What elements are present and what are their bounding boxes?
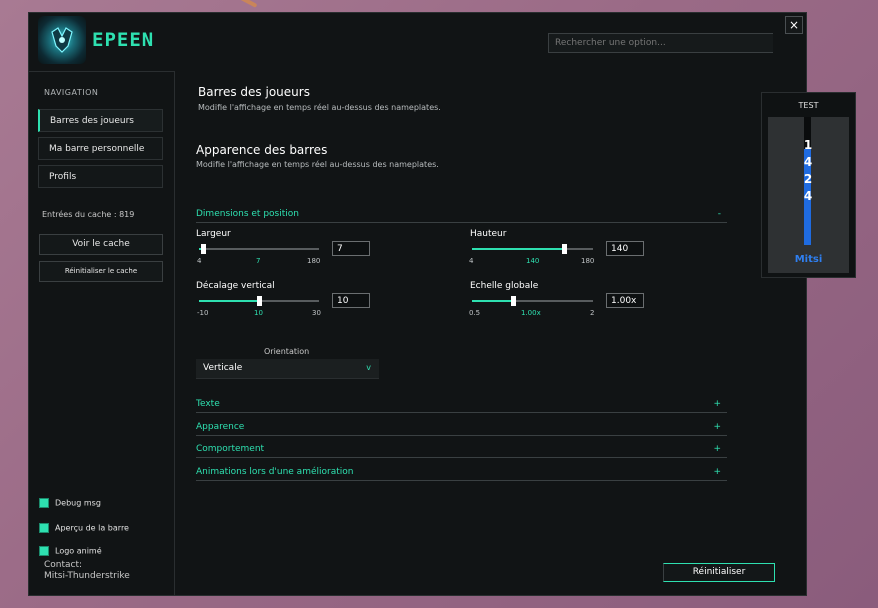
slider-thumb[interactable] (257, 296, 262, 306)
hauteur-input[interactable]: 140 (606, 241, 644, 256)
echelle-slider[interactable] (472, 296, 593, 306)
section-texte-header[interactable]: Texte + (196, 399, 727, 413)
nav-header: NAVIGATION (44, 88, 99, 97)
preview-title: TEST (798, 101, 819, 110)
reset-cache-button[interactable]: Réinitialiser le cache (39, 261, 163, 282)
cache-count: Entrées du cache : 819 (42, 210, 135, 219)
slider-fill (472, 300, 513, 302)
section-dimensions-title: Dimensions et position (196, 209, 299, 219)
bar-preview-panel: TEST 1 4 2 4 Mitsi (761, 92, 856, 278)
orientation-label: Orientation (264, 347, 310, 356)
preview-digit: 1 (803, 138, 813, 152)
slider-thumb[interactable] (511, 296, 516, 306)
logo-icon (38, 16, 86, 64)
largeur-min: 4 (197, 257, 202, 265)
section-comportement-title: Comportement (196, 444, 265, 454)
search-input[interactable] (548, 33, 773, 53)
contact: Contact: Mitsi-Thunderstrike (44, 560, 130, 582)
largeur-slider[interactable] (199, 244, 319, 254)
app-title: EPEEN (92, 29, 155, 51)
preview-digit: 2 (803, 172, 813, 186)
sidebar-item-barres-joueurs[interactable]: Barres des joueurs (38, 109, 163, 132)
hauteur-slider[interactable] (472, 244, 593, 254)
echelle-min: 0.5 (469, 309, 481, 317)
section-subtitle: Modifie l'affichage en temps réel au-des… (196, 160, 439, 169)
animated-logo-label: Logo animé (55, 546, 102, 556)
preview-checkbox[interactable]: Aperçu de la barre (39, 523, 129, 533)
view-cache-button[interactable]: Voir le cache (39, 234, 163, 255)
largeur-max: 180 (307, 257, 321, 265)
hauteur-min: 4 (469, 257, 474, 265)
slider-fill (199, 300, 259, 302)
decalage-min: -10 (197, 309, 209, 317)
largeur-input[interactable]: 7 (332, 241, 370, 256)
preview-name: Mitsi (794, 254, 823, 265)
section-animations-header[interactable]: Animations lors d'une amélioration + (196, 467, 727, 481)
decalage-max: 30 (312, 309, 321, 317)
options-window: EPEEN × NAVIGATION Barres des joueurs Ma… (28, 12, 807, 596)
contact-label: Contact: (44, 560, 83, 570)
preview-digit: 4 (803, 189, 813, 203)
orientation-value: Verticale (203, 363, 243, 373)
section-texte-title: Texte (196, 399, 220, 409)
sidebar-item-ma-barre[interactable]: Ma barre personnelle (38, 137, 163, 160)
reset-button[interactable]: Réinitialiser (663, 563, 775, 582)
hauteur-current: 140 (526, 257, 540, 265)
preview-area: 1 4 2 4 Mitsi (768, 117, 849, 273)
expand-icon: + (713, 444, 721, 454)
section-title: Apparence des barres (196, 143, 328, 157)
decalage-slider[interactable] (199, 296, 319, 306)
echelle-current: 1.00x (521, 309, 541, 317)
hauteur-max: 180 (581, 257, 595, 265)
section-dimensions-header[interactable]: Dimensions et position - (196, 209, 727, 223)
section-apparence-header[interactable]: Apparence + (196, 422, 727, 436)
preview-label: Aperçu de la barre (55, 523, 129, 533)
section-animations-title: Animations lors d'une amélioration (196, 467, 354, 477)
chevron-down-icon: v (366, 363, 371, 372)
page-title: Barres des joueurs (198, 85, 310, 99)
slider-thumb[interactable] (201, 244, 206, 254)
close-button[interactable]: × (785, 16, 803, 34)
page-subtitle: Modifie l'affichage en temps réel au-des… (198, 103, 441, 112)
decalage-current: 10 (254, 309, 263, 317)
preview-digit: 4 (803, 155, 813, 169)
sidebar-item-profils[interactable]: Profils (38, 165, 163, 188)
debug-label: Debug msg (55, 498, 101, 508)
largeur-current: 7 (256, 257, 261, 265)
checkbox-icon (39, 498, 49, 508)
debug-checkbox[interactable]: Debug msg (39, 498, 101, 508)
decalage-label: Décalage vertical (196, 281, 275, 291)
expand-icon: + (713, 399, 721, 409)
main-panel: Barres des joueurs Modifie l'affichage e… (176, 71, 807, 596)
collapse-icon: - (717, 209, 721, 219)
slider-fill (472, 248, 564, 250)
slider-thumb[interactable] (562, 244, 567, 254)
echelle-label: Echelle globale (470, 281, 539, 291)
section-apparence-title: Apparence (196, 422, 245, 432)
echelle-input[interactable]: 1.00x (606, 293, 644, 308)
preview-digits: 1 4 2 4 (799, 137, 817, 205)
checkbox-icon (39, 523, 49, 533)
hauteur-label: Hauteur (470, 229, 507, 239)
expand-icon: + (713, 467, 721, 477)
orientation-select[interactable]: Verticale v (196, 359, 379, 379)
sidebar: NAVIGATION Barres des joueurs Ma barre p… (29, 71, 175, 596)
expand-icon: + (713, 422, 721, 432)
decalage-input[interactable]: 10 (332, 293, 370, 308)
largeur-label: Largeur (196, 229, 231, 239)
section-comportement-header[interactable]: Comportement + (196, 444, 727, 458)
echelle-max: 2 (590, 309, 595, 317)
contact-value: Mitsi-Thunderstrike (44, 571, 130, 581)
animated-logo-checkbox[interactable]: Logo animé (39, 546, 102, 556)
background-twig (202, 0, 258, 8)
header: EPEEN × (29, 13, 806, 71)
checkbox-icon (39, 546, 49, 556)
